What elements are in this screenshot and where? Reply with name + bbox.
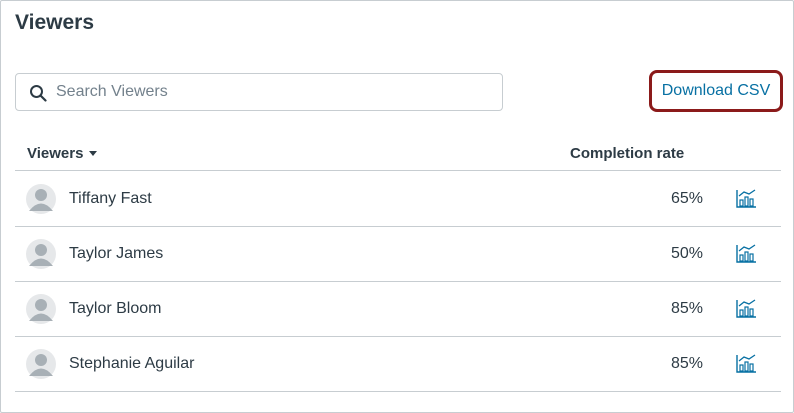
viewer-name: Taylor James (69, 245, 164, 262)
search-input[interactable] (56, 74, 496, 110)
table-row: Stephanie Aguilar 85% (15, 337, 781, 392)
page-title: Viewers (15, 11, 95, 34)
avatar-icon (26, 294, 56, 324)
bar-chart-icon[interactable] (735, 189, 757, 209)
bar-chart-icon[interactable] (735, 244, 757, 264)
completion-rate-value: 85% (670, 355, 703, 372)
table-row: Taylor Bloom 85% (15, 282, 781, 337)
completion-rate-value: 85% (670, 300, 703, 317)
viewer-name: Stephanie Aguilar (69, 355, 195, 372)
caret-down-icon (89, 150, 98, 156)
viewer-name: Taylor Bloom (69, 300, 162, 317)
avatar-icon (26, 349, 56, 379)
completion-rate-column-header: Completion rate (570, 145, 685, 162)
table-header: Viewers Completion rate (15, 137, 781, 171)
viewers-column-label: Viewers (27, 145, 84, 162)
viewer-name: Tiffany Fast (69, 190, 152, 207)
completion-rate-value: 65% (670, 190, 703, 207)
search-icon (30, 85, 47, 102)
bar-chart-icon[interactable] (735, 299, 757, 319)
avatar-icon (26, 239, 56, 269)
viewers-panel: Viewers Download CSV Viewers Completion … (0, 0, 794, 413)
table-row: Taylor James 50% (15, 227, 781, 282)
search-box[interactable] (15, 73, 503, 111)
completion-rate-value: 50% (670, 245, 703, 262)
viewers-column-header[interactable]: Viewers (27, 145, 98, 162)
avatar-icon (26, 184, 56, 214)
bar-chart-icon[interactable] (735, 354, 757, 374)
download-csv-button[interactable]: Download CSV (649, 70, 783, 112)
table-row: Tiffany Fast 65% (15, 172, 781, 227)
